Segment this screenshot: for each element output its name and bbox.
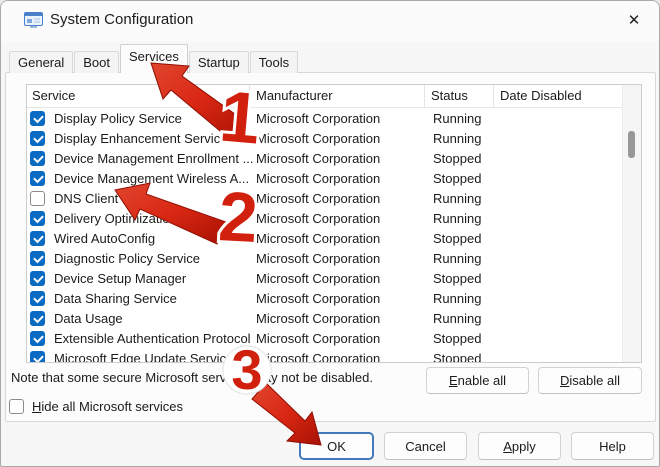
tab-boot[interactable]: Boot (74, 51, 119, 73)
close-icon: ✕ (628, 11, 641, 29)
service-checkbox[interactable] (30, 191, 45, 206)
vertical-scrollbar[interactable] (622, 85, 641, 362)
service-checkbox[interactable] (30, 291, 45, 306)
service-row[interactable]: Device Management Wireless A... Microsof… (27, 168, 623, 188)
manufacturer-cell: Microsoft Corporation (250, 331, 425, 346)
service-checkbox[interactable] (30, 271, 45, 286)
service-row[interactable]: Extensible Authentication Protocol Micro… (27, 328, 623, 348)
tab-bar: GeneralBootServicesStartupTools (9, 45, 299, 73)
manufacturer-cell: Microsoft Corporation (250, 131, 425, 146)
service-checkbox[interactable] (30, 331, 45, 346)
manufacturer-cell: Microsoft Corporation (250, 191, 425, 206)
service-checkbox[interactable] (30, 151, 45, 166)
service-name-cell: Data Sharing Service (54, 291, 177, 306)
apply-button[interactable]: Apply (478, 432, 561, 460)
service-list: Service Manufacturer Status Date Disable… (26, 84, 642, 363)
status-cell: Stopped (425, 271, 494, 286)
status-cell: Running (425, 291, 494, 306)
service-checkbox[interactable] (30, 351, 45, 364)
service-name-cell: Device Setup Manager (54, 271, 186, 286)
column-header-service[interactable]: Service (27, 85, 250, 107)
service-checkbox[interactable] (30, 231, 45, 246)
service-checkbox[interactable] (30, 251, 45, 266)
service-name-cell: Data Usage (54, 311, 123, 326)
tab-services[interactable]: Services (120, 44, 188, 73)
service-row[interactable]: Display Policy Service Microsoft Corpora… (27, 108, 623, 128)
column-header-status[interactable]: Status (425, 85, 494, 107)
status-cell: Running (425, 251, 494, 266)
service-checkbox[interactable] (30, 111, 45, 126)
manufacturer-cell: Microsoft Corporation (250, 211, 425, 226)
title-bar: System Configuration ✕ (1, 1, 659, 41)
status-cell: Running (425, 131, 494, 146)
manufacturer-cell: Microsoft Corporation (250, 311, 425, 326)
manufacturer-cell: Microsoft Corporation (250, 171, 425, 186)
service-row[interactable]: Diagnostic Policy Service Microsoft Corp… (27, 248, 623, 268)
service-row[interactable]: Wired AutoConfig Microsoft Corporation S… (27, 228, 623, 248)
service-name-cell: DNS Client (54, 191, 118, 206)
note-text: Note that some secure Microsoft services… (11, 370, 373, 385)
manufacturer-cell: Microsoft Corporation (250, 351, 425, 364)
manufacturer-cell: Microsoft Corporation (250, 111, 425, 126)
service-checkbox[interactable] (30, 171, 45, 186)
hide-all-microsoft-services-label: Hide all Microsoft services (32, 399, 183, 414)
scrollbar-thumb[interactable] (628, 131, 635, 158)
window-title: System Configuration (50, 11, 193, 28)
service-name-cell: Device Management Wireless A... (54, 171, 249, 186)
ok-button[interactable]: OK (299, 432, 374, 460)
enable-all-button[interactable]: Enable all (426, 367, 529, 394)
tab-general[interactable]: General (9, 51, 73, 73)
help-button[interactable]: Help (571, 432, 654, 460)
manufacturer-cell: Microsoft Corporation (250, 251, 425, 266)
cancel-button[interactable]: Cancel (384, 432, 467, 460)
service-name-cell: Extensible Authentication Protocol (54, 331, 251, 346)
service-checkbox[interactable] (30, 211, 45, 226)
service-row[interactable]: Device Setup Manager Microsoft Corporati… (27, 268, 623, 288)
service-checkbox[interactable] (30, 311, 45, 326)
service-checkbox[interactable] (30, 131, 45, 146)
status-cell: Stopped (425, 351, 494, 364)
column-header-date-disabled[interactable]: Date Disabled (494, 85, 623, 107)
manufacturer-cell: Microsoft Corporation (250, 151, 425, 166)
tab-startup[interactable]: Startup (189, 51, 249, 73)
manufacturer-cell: Microsoft Corporation (250, 271, 425, 286)
tab-tools[interactable]: Tools (250, 51, 298, 73)
service-row[interactable]: Data Usage Microsoft Corporation Running (27, 308, 623, 328)
service-list-body: Display Policy Service Microsoft Corpora… (27, 108, 623, 363)
status-cell: Running (425, 191, 494, 206)
service-name-cell: Delivery Optimization (54, 211, 177, 226)
disable-all-button[interactable]: Disable all (538, 367, 642, 394)
status-cell: Stopped (425, 171, 494, 186)
hide-all-microsoft-services[interactable]: Hide all Microsoft services (9, 399, 183, 414)
service-row[interactable]: Display Enhancement Service Microsoft Co… (27, 128, 623, 148)
status-cell: Stopped (425, 231, 494, 246)
status-cell: Stopped (425, 151, 494, 166)
manufacturer-cell: Microsoft Corporation (250, 231, 425, 246)
service-row[interactable]: Delivery Optimization Microsoft Corporat… (27, 208, 623, 228)
manufacturer-cell: Microsoft Corporation (250, 291, 425, 306)
list-header: Service Manufacturer Status Date Disable… (27, 85, 623, 108)
hide-all-microsoft-services-checkbox[interactable] (9, 399, 24, 414)
msconfig-icon (24, 12, 43, 29)
service-name-cell: Microsoft Edge Update Service ( (54, 351, 241, 364)
service-row[interactable]: Device Management Enrollment ... Microso… (27, 148, 623, 168)
status-cell: Running (425, 211, 494, 226)
service-name-cell: Diagnostic Policy Service (54, 251, 200, 266)
service-row[interactable]: Microsoft Edge Update Service ( Microsof… (27, 348, 623, 363)
service-name-cell: Display Enhancement Service (54, 131, 227, 146)
system-configuration-dialog: System Configuration ✕ GeneralBootServic… (0, 0, 660, 467)
service-row[interactable]: Data Sharing Service Microsoft Corporati… (27, 288, 623, 308)
column-header-manufacturer[interactable]: Manufacturer (250, 85, 425, 107)
service-name-cell: Wired AutoConfig (54, 231, 155, 246)
status-cell: Running (425, 111, 494, 126)
close-button[interactable]: ✕ (617, 4, 651, 36)
service-name-cell: Device Management Enrollment ... (54, 151, 253, 166)
service-row[interactable]: DNS Client Microsoft Corporation Running (27, 188, 623, 208)
status-cell: Stopped (425, 331, 494, 346)
status-cell: Running (425, 311, 494, 326)
service-name-cell: Display Policy Service (54, 111, 182, 126)
